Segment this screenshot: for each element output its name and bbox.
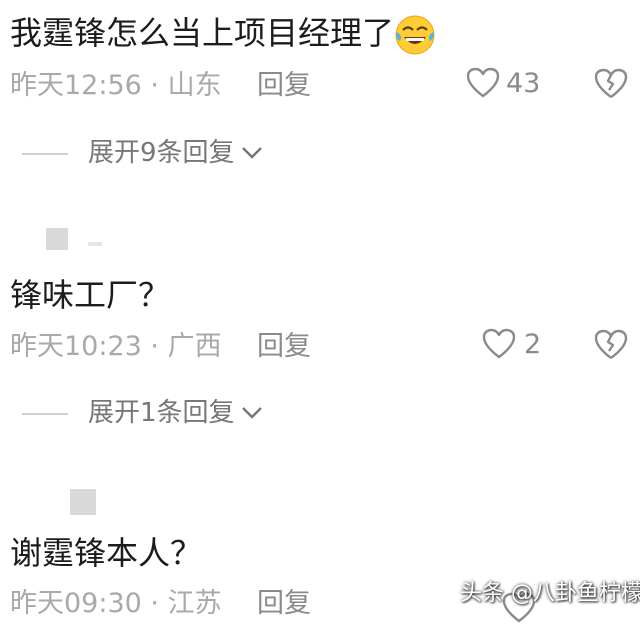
dislike-button[interactable]: [594, 329, 628, 361]
broken-heart-icon: [594, 329, 628, 361]
expand-divider: [22, 413, 68, 415]
comment-time: 昨天10:23: [10, 331, 142, 362]
expand-label: 展开9条回复: [88, 138, 235, 168]
comment-meta: 昨天09:30 · 江苏: [10, 590, 222, 617]
comment-location: 山东: [167, 70, 222, 101]
comment-time: 昨天09:30: [10, 588, 142, 619]
watermark: 头条 @八卦鱼柠檬: [460, 581, 640, 606]
reply-button[interactable]: 回复: [257, 590, 311, 617]
avatar[interactable]: [70, 489, 96, 515]
expand-replies-button[interactable]: 展开1条回复: [88, 400, 263, 426]
heart-icon: [482, 328, 516, 360]
meta-separator: ·: [150, 331, 159, 362]
comment-location: 江苏: [167, 588, 222, 619]
broken-heart-icon: [594, 68, 628, 100]
avatar-badge: [88, 242, 102, 246]
reply-button[interactable]: 回复: [257, 72, 311, 99]
chevron-down-icon: [241, 146, 263, 160]
expand-replies-button[interactable]: 展开9条回复: [88, 140, 263, 166]
expand-divider: [22, 153, 68, 155]
comment-meta: 昨天10:23 · 广西: [10, 333, 222, 360]
like-count: 43: [506, 67, 541, 99]
expand-label: 展开1条回复: [88, 398, 235, 428]
dislike-button[interactable]: [594, 68, 628, 100]
comment-text: 谢霆锋本人？: [10, 534, 203, 572]
meta-separator: ·: [150, 588, 159, 619]
like-button[interactable]: 43: [466, 67, 540, 99]
comment-location: 广西: [167, 331, 222, 362]
like-count: 2: [524, 328, 542, 360]
comment-text: 我霆锋怎么当上项目经理了: [10, 14, 436, 56]
comment-time: 昨天12:56: [10, 70, 142, 101]
avatar[interactable]: [46, 228, 68, 250]
heart-icon: [466, 67, 500, 99]
comment-meta: 昨天12:56 · 山东: [10, 72, 222, 99]
meta-separator: ·: [150, 70, 159, 101]
reply-button[interactable]: 回复: [257, 333, 311, 360]
comment-text: 锋味工厂？: [10, 276, 171, 314]
laughing-crying-emoji-icon: [394, 14, 436, 56]
chevron-down-icon: [241, 406, 263, 420]
like-button[interactable]: 2: [482, 328, 541, 360]
